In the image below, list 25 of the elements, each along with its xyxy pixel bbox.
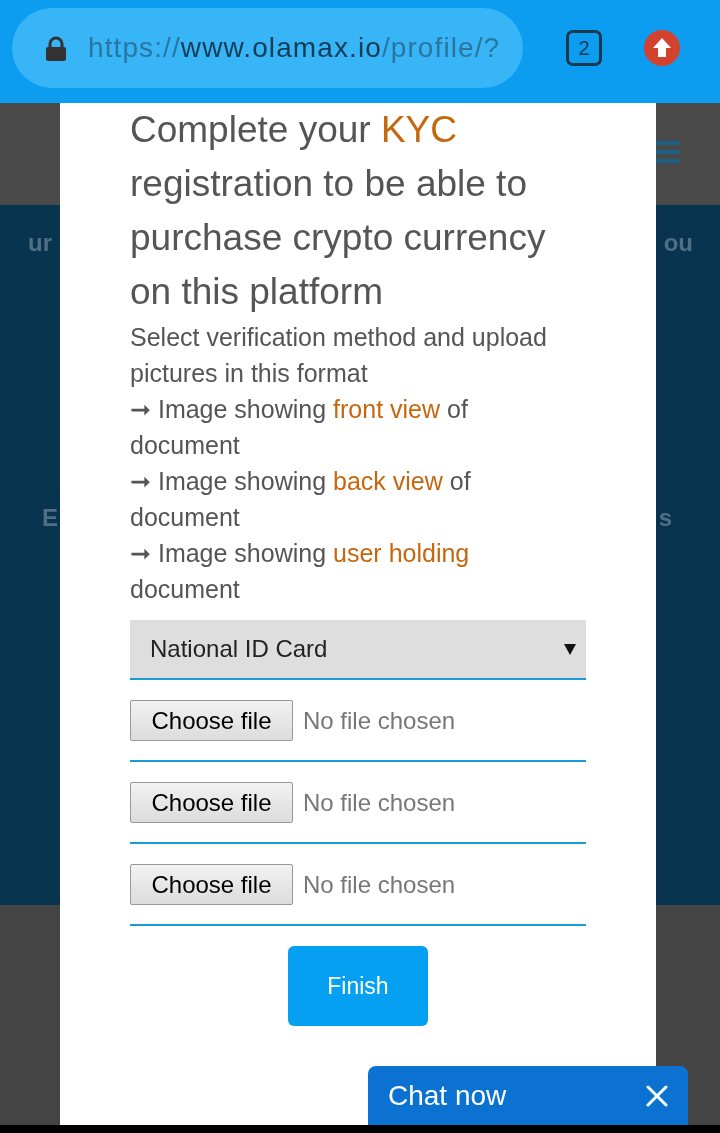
choose-file-button[interactable]: Choose file bbox=[130, 782, 293, 823]
document-type-select[interactable]: National ID Card bbox=[130, 620, 586, 680]
requirement-text: ➞ Image showing user holding document bbox=[130, 538, 471, 605]
address-bar[interactable]: https://www.olamax.io/profile/? bbox=[12, 8, 523, 88]
file-upload-field[interactable]: Choose file No file chosen bbox=[130, 782, 586, 844]
chat-widget[interactable]: Chat now bbox=[368, 1066, 688, 1125]
caret-icon bbox=[564, 643, 576, 655]
tab-count-button[interactable]: 2 bbox=[566, 30, 602, 66]
requirement-text: ➞ Image showing back view of document bbox=[130, 466, 472, 533]
partial-text: ou bbox=[663, 229, 693, 257]
chat-label: Chat now bbox=[388, 1079, 507, 1112]
file-status-text: No file chosen bbox=[303, 788, 456, 817]
url-text: https://www.olamax.io/profile/? bbox=[88, 32, 501, 64]
file-status-text: No file chosen bbox=[303, 706, 456, 735]
partial-text: s bbox=[658, 504, 672, 532]
close-icon[interactable] bbox=[646, 1084, 668, 1107]
choose-file-button[interactable]: Choose file bbox=[130, 864, 293, 905]
choose-file-button[interactable]: Choose file bbox=[130, 700, 293, 741]
dialog-title: Complete your KYC registration to be able to purchase crypto currency on this platform bbox=[130, 108, 547, 314]
file-upload-field[interactable]: Choose file No file chosen bbox=[130, 864, 586, 926]
lock-icon bbox=[45, 35, 67, 61]
file-status-text: No file chosen bbox=[303, 870, 456, 899]
partial-text: ur bbox=[28, 229, 52, 257]
partial-text: E bbox=[42, 504, 58, 532]
file-upload-field[interactable]: Choose file No file chosen bbox=[130, 700, 586, 762]
